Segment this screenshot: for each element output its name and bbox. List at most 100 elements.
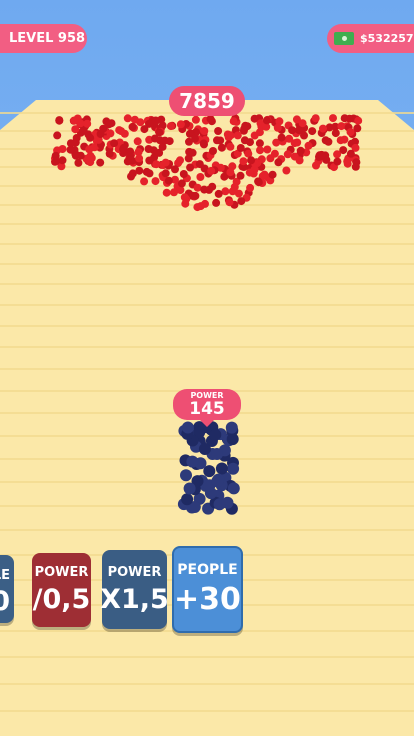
enemy-figure (128, 122, 137, 131)
enemy-figure (145, 156, 154, 165)
enemy-figure (135, 154, 144, 163)
enemy-figure (283, 150, 292, 159)
track-stripe (0, 683, 414, 685)
enemy-figure (354, 116, 363, 125)
game-viewport[interactable]: LEVEL 958 $532257 7859 POWER 145 LE 0 PO… (0, 0, 414, 736)
enemy-figure (214, 189, 223, 198)
player-figure (227, 482, 240, 495)
track-stripe (0, 656, 414, 658)
upgrade-card-power-multiply[interactable]: POWER X1,5 (100, 550, 169, 629)
track-stripe (0, 368, 414, 370)
enemy-figure (245, 168, 254, 177)
enemy-figure (86, 153, 95, 162)
player-figure (198, 443, 211, 455)
enemy-figure (255, 139, 264, 148)
enemy-count-badge: 7859 (169, 86, 245, 116)
enemy-figure (343, 159, 352, 168)
player-figure (221, 496, 234, 509)
enemy-figure (333, 150, 342, 159)
enemy-figure (214, 127, 223, 135)
enemy-figure (298, 119, 307, 128)
track-stripe (0, 346, 414, 348)
track-stripe (0, 435, 414, 437)
enemy-figure (51, 151, 60, 160)
level-indicator: LEVEL 958 (0, 24, 87, 53)
enemy-figure (200, 127, 209, 135)
enemy-figure (119, 143, 128, 152)
enemy-figure (176, 186, 185, 194)
enemy-figure (188, 148, 197, 157)
enemy-figure (96, 158, 105, 167)
enemy-figure (331, 129, 340, 138)
enemy-figure (217, 143, 226, 152)
enemy-figure (250, 131, 259, 140)
enemy-figure (329, 114, 337, 123)
enemy-figure (209, 147, 217, 155)
enemy-figure (181, 199, 190, 208)
enemy-figure (226, 168, 235, 177)
enemy-figure (336, 136, 345, 145)
enemy-figure (282, 166, 291, 175)
enemy-figure (176, 120, 185, 129)
enemy-figure (226, 142, 235, 151)
track-stripe (0, 710, 414, 712)
player-power-badge: POWER 145 (173, 389, 241, 427)
enemy-figure (268, 170, 277, 179)
enemy-figure (127, 172, 135, 181)
enemy-figure (256, 146, 264, 155)
enemy-figure (199, 139, 208, 148)
upgrade-card-power-divide[interactable]: POWER /0,5 (32, 553, 91, 627)
player-figure (211, 475, 224, 488)
player-figure (215, 462, 228, 475)
enemy-figure (293, 138, 302, 147)
enemy-figure (191, 134, 199, 143)
track-stripe (0, 304, 414, 306)
enemy-figure (239, 157, 248, 166)
enemy-figure (96, 130, 105, 138)
enemy-figure (126, 151, 135, 160)
enemy-figure (201, 199, 209, 208)
enemy-figure (162, 188, 171, 197)
level-label: LEVEL 958 (9, 31, 86, 46)
track-stripe (0, 458, 414, 460)
enemy-figure (308, 127, 317, 136)
enemy-figure (110, 139, 119, 148)
player-figure (183, 482, 196, 495)
upgrade-label: POWER (107, 564, 162, 580)
enemy-figure (105, 149, 114, 158)
enemy-figure (176, 156, 184, 165)
enemy-figure (312, 161, 320, 170)
track-stripe (0, 529, 414, 531)
enemy-figure (83, 119, 92, 128)
upgrade-card-people[interactable]: PEOPLE +30 (172, 546, 243, 633)
enemy-figure (144, 145, 153, 153)
enemy-figure (71, 138, 80, 147)
enemy-figure (76, 151, 85, 160)
enemy-figure (152, 160, 161, 169)
enemy-figure (200, 185, 209, 194)
enemy-figure (196, 173, 205, 181)
player-figure (211, 448, 223, 460)
enemy-figure (191, 191, 200, 200)
upgrade-card-offscreen[interactable]: LE 0 (0, 555, 14, 623)
upgrade-value: X1,5 (100, 583, 169, 615)
money-indicator: $532257 (327, 24, 414, 53)
enemy-figure (266, 154, 275, 163)
enemy-figure (86, 133, 95, 142)
enemy-figure (191, 115, 200, 124)
player-figure (209, 428, 222, 441)
enemy-figure (140, 177, 149, 186)
enemy-figure (263, 145, 272, 154)
enemy-figure (262, 116, 271, 125)
enemy-figure (274, 158, 283, 167)
enemy-figure (195, 160, 204, 169)
enemy-figure (288, 126, 297, 135)
enemy-figure (225, 198, 234, 207)
enemy-figure (319, 124, 327, 133)
enemy-figure (58, 145, 67, 153)
cash-icon (334, 32, 354, 45)
enemy-figure (142, 167, 151, 176)
enemy-figure (151, 134, 159, 143)
enemy-figure (275, 117, 284, 126)
enemy-figure (166, 122, 175, 131)
